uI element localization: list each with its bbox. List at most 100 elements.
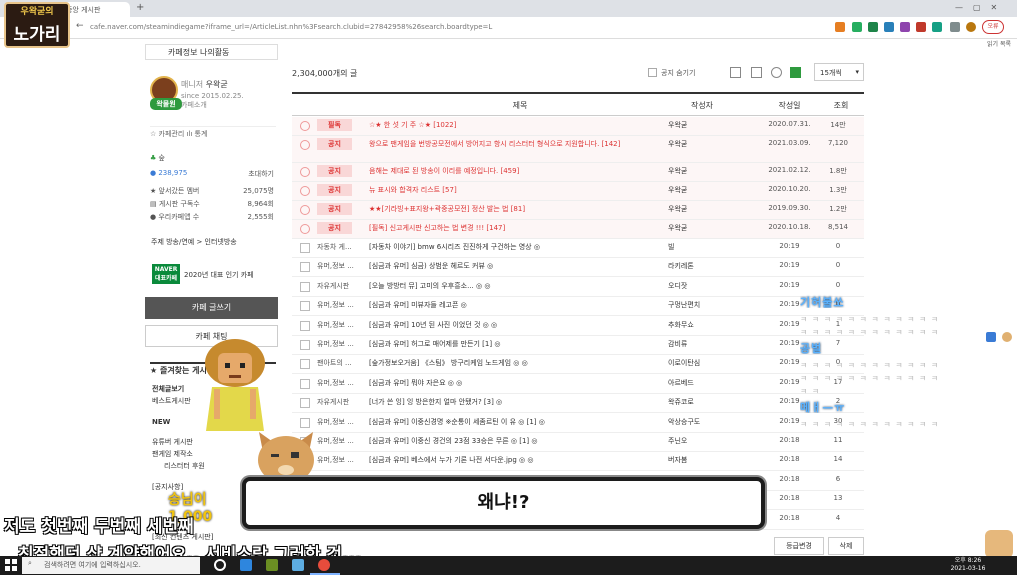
table-row[interactable]: 자유게시판 [너가 쓴 잉] 잉 방은한지 얼마 안됐거? [3] ◎ 왁쥬코로 20…	[292, 394, 864, 414]
extension-icon[interactable]	[900, 22, 910, 32]
post-author[interactable]: 주닌오	[668, 436, 736, 446]
post-title[interactable]: 음해는 제대로 된 방송이 이리를 예정입니다. [459]	[369, 166, 669, 176]
post-title[interactable]: [자동차 이야기] bmw 6시리즈 진진하게 구건하는 영상 ◎	[369, 242, 669, 252]
post-author[interactable]: 추화무쇼	[668, 320, 736, 330]
notice-checkbox[interactable]	[300, 205, 310, 215]
row-checkbox[interactable]	[300, 359, 310, 370]
post-title[interactable]: [심금과 유머] 베스에서 누가 기론 나전 서다운.jpg ◎ ◎	[369, 455, 669, 465]
app-icon[interactable]	[266, 559, 278, 571]
notice-checkbox[interactable]	[300, 140, 310, 150]
post-board[interactable]: 유머,정보 ...	[317, 320, 365, 330]
table-row[interactable]: 유머,정보 ... [심금과 유머] 미뷰자들 레고픈 ◎ 구멍난편치 20:19 0	[292, 297, 864, 317]
post-board[interactable]: 팬아트의 ...	[317, 358, 365, 368]
post-author[interactable]: 우왁굳	[668, 120, 736, 130]
post-title[interactable]: [심금과 유머] 허그로 매어제를 만든기 [1] ◎	[369, 339, 669, 349]
post-title[interactable]: [오늘 방방터 뮤] 고미의 우후흥소... ◎ ◎	[369, 281, 669, 291]
row-checkbox[interactable]	[300, 320, 310, 331]
post-author[interactable]: 빌	[668, 242, 736, 252]
manager-name[interactable]: 우왁굳	[206, 80, 228, 89]
back-icon[interactable]: ←	[76, 21, 86, 33]
post-title[interactable]: [심금과 유머] 미뷰자들 레고픈 ◎	[369, 300, 669, 310]
taskbar-clock[interactable]: 오후 8:26 2021-03-16	[948, 557, 988, 575]
post-title[interactable]: [필독] 신고게시판 신고하는 법 변경 !!! [147]	[369, 223, 669, 233]
table-row[interactable]: 유머,정보 ... [심금과 유머] 베스에서 누가 기론 나전 서다운.jpg …	[292, 452, 864, 472]
post-author[interactable]: 버자봄	[668, 455, 736, 465]
row-checkbox[interactable]	[300, 417, 310, 428]
post-author[interactable]: 우왁굳	[668, 166, 736, 176]
table-row[interactable]: 유머,정보 ... [심금과 유머] 이중신경명 ※순통이 세좀르틴 이 유 ◎ …	[292, 414, 864, 433]
table-row[interactable]: 유머,정보 ... [심금과 유머] 허그로 매어제를 만든기 [1] ◎ 감비류 2…	[292, 336, 864, 355]
row-checkbox[interactable]	[300, 301, 310, 312]
notice-checkbox[interactable]	[300, 167, 310, 177]
table-row[interactable]: 유머,정보 ... [심금과 유머] 심금) 상범운 헤르도 커뷰 ◎ 라키레톤 20…	[292, 258, 864, 278]
row-checkbox[interactable]	[300, 262, 310, 273]
extension-icon[interactable]	[950, 22, 960, 32]
row-checkbox[interactable]	[300, 340, 310, 350]
extension-icon[interactable]	[916, 22, 926, 32]
post-board[interactable]: 유머,정보 ...	[317, 417, 365, 427]
table-row[interactable]: 유머,정보 ... [심금과 유머] 이중신 경건의 23점 33승은 무른 ◎ …	[292, 433, 864, 452]
reading-list[interactable]: 읽기 목록	[940, 39, 1017, 49]
post-author[interactable]: 우왁굳	[668, 139, 736, 149]
post-author[interactable]: 우왁굳	[668, 204, 736, 214]
write-post-button[interactable]: 카페 글쓰기	[145, 297, 278, 319]
post-title[interactable]: ★★[기라빙+표지왕+곽중공모전] 정산 발는 법 [81]	[369, 204, 669, 214]
notice-checkbox[interactable]	[300, 224, 310, 234]
post-title[interactable]: [심금과 유머] 심금) 상범운 헤르도 커뷰 ◎	[369, 261, 669, 271]
table-row[interactable]: 유머,정보 ... [심금과 유머] 10년 된 사진 이었던 것 ◎ ◎ 추화무쇼…	[292, 317, 864, 336]
post-board[interactable]: 유머,정보 ...	[317, 261, 365, 271]
cortana-icon[interactable]	[214, 559, 226, 571]
app-icon[interactable]	[292, 559, 304, 571]
post-title[interactable]: [심금과 유머] 이중신경명 ※순통이 세좀르틴 이 유 ◎ [1] ◎	[369, 417, 669, 427]
post-board[interactable]: 유머,정보 ...	[317, 378, 365, 388]
post-board[interactable]: 자동차 게...	[317, 242, 365, 252]
delete-button[interactable]: 삭제	[828, 537, 864, 555]
post-title[interactable]: [심금과 유머] 이중신 경건의 23점 33승은 무른 ◎ [1] ◎	[369, 436, 669, 446]
post-title[interactable]: 왕으로 팬게임을 번방공모전에서 방어지고 항시 리스터터 형식으로 지원합니다…	[369, 139, 669, 149]
profile-button[interactable]: 오류	[982, 20, 1004, 34]
post-author[interactable]: 구멍난편치	[668, 300, 736, 310]
invite-link[interactable]: 초대하기	[248, 169, 274, 179]
edge-icon[interactable]	[240, 559, 252, 571]
extension-icon[interactable]	[868, 22, 878, 32]
windows-start-icon[interactable]	[4, 558, 18, 572]
per-page-select[interactable]: 15개씩 ▾	[814, 63, 864, 81]
post-author[interactable]: 오디잣	[668, 281, 736, 291]
post-author[interactable]: 이로이탄심	[668, 358, 736, 368]
sidebar-tabs[interactable]: 카페정보 나의활동	[145, 44, 278, 60]
extension-icon[interactable]	[932, 22, 942, 32]
list-view-icon[interactable]	[730, 67, 741, 78]
table-row[interactable]: 자동차 게... [자동차 이야기] bmw 6시리즈 진진하게 구건하는 영상 …	[292, 239, 864, 258]
notice-row[interactable]: 공지 [필독] 신고게시판 신고하는 법 변경 !!! [147] 우왁굳 2020.…	[292, 220, 864, 239]
post-author[interactable]: 우왁굳	[668, 185, 736, 195]
post-title[interactable]: 뉴 표시와 합격자 리스트 [57]	[369, 185, 669, 195]
card-view-icon[interactable]	[751, 67, 762, 78]
post-title[interactable]: [숲가정보오거움] 《스팀》 방구리케임 노드게임 ◎ ◎	[369, 358, 669, 368]
row-checkbox[interactable]	[300, 243, 310, 253]
post-title[interactable]: [너가 쓴 잉] 잉 방은한지 얼마 안됐거? [3] ◎	[369, 397, 669, 407]
post-board[interactable]: 유머,정보 ...	[317, 300, 365, 310]
table-row[interactable]: 자유게시판 [오늘 방방터 뮤] 고미의 우후흥소... ◎ ◎ 오디잣 20:19 0	[292, 278, 864, 297]
post-title[interactable]: [심금과 유머] 뭐야 자은요 ◎ ◎	[369, 378, 669, 388]
address-bar[interactable]: cafe.naver.com/steamindiegame?iframe_url…	[90, 20, 520, 35]
cafe-category[interactable]: 주제 방송/연예 > 인터넷방송	[151, 237, 277, 247]
extension-icon[interactable]	[884, 22, 894, 32]
post-author[interactable]: 왁쥬코로	[668, 397, 736, 407]
post-title[interactable]: [심금과 유머] 10년 된 사진 이었던 것 ◎ ◎	[369, 320, 669, 330]
row-checkbox[interactable]	[300, 398, 310, 409]
post-author[interactable]: 우왁굳	[668, 223, 736, 233]
notice-checkbox[interactable]	[300, 186, 310, 196]
row-checkbox[interactable]	[300, 378, 310, 389]
feed-view-icon[interactable]	[790, 67, 801, 78]
window-controls[interactable]: —▢✕	[955, 3, 1015, 13]
post-title[interactable]: ☆★ 한 섯 기 주 ☆★ [1022]	[369, 120, 669, 130]
cafe-intro-link[interactable]: 카페소개	[181, 101, 207, 109]
post-board[interactable]: 자유게시판	[317, 397, 365, 407]
avatar[interactable]	[966, 22, 976, 32]
extension-icon[interactable]	[852, 22, 862, 32]
chrome-icon[interactable]	[318, 559, 330, 571]
notice-row[interactable]: 공지 음해는 제대로 된 방송이 이리를 예정입니다. [459] 우왁굳 2021.…	[292, 163, 864, 182]
notice-hide-label[interactable]: 공지 숨기기	[648, 68, 722, 80]
new-tab-button[interactable]: +	[136, 3, 146, 13]
post-board[interactable]: 자유게시판	[317, 281, 365, 291]
